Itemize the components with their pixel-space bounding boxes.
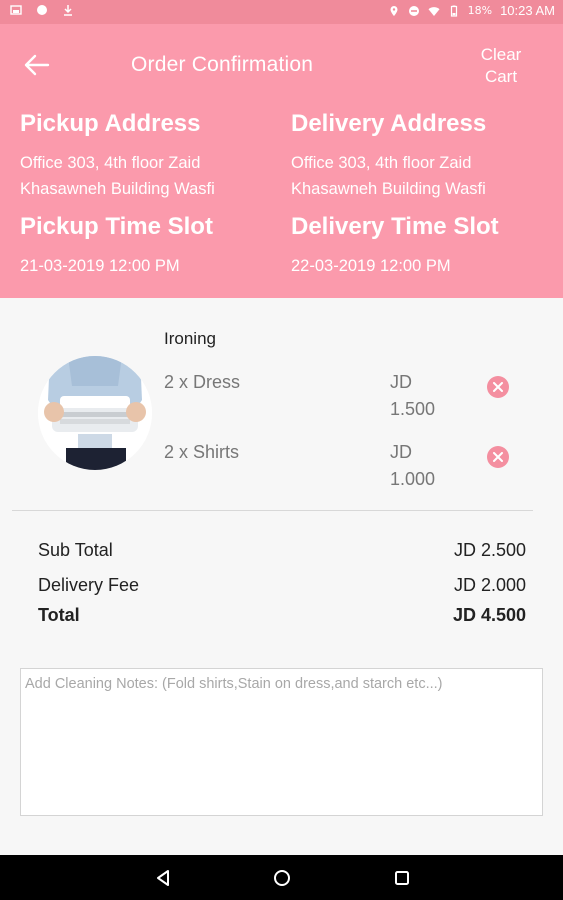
nav-recents-button[interactable] <box>391 867 413 889</box>
order-item-price: JD 1.000 <box>390 439 435 493</box>
pickup-address-line2: Khasawneh Building Wasfi <box>20 180 215 198</box>
close-icon <box>493 452 503 462</box>
pickup-slot-value: 21-03-2019 12:00 PM <box>20 257 180 275</box>
clear-cart-button[interactable]: Clear Cart <box>471 44 531 88</box>
clear-cart-label-line2: Cart <box>484 67 518 86</box>
subtotal-label: Sub Total <box>38 540 113 560</box>
square-recents-icon <box>395 871 409 885</box>
pickup-slot-label: Pickup Time Slot <box>20 213 213 240</box>
order-item-currency: JD <box>390 372 412 392</box>
page-title: Order Confirmation <box>131 53 314 76</box>
delivery-address-label: Delivery Address <box>291 110 487 137</box>
pickup-address-value: Office 303, 4th floor Zaid Khasawneh Bui… <box>20 150 270 202</box>
status-notifications <box>10 4 74 16</box>
subtotal-row: Sub Total JD 2.500 <box>38 540 526 561</box>
triangle-back-icon <box>157 870 169 886</box>
clock: 10:23 AM <box>500 3 555 18</box>
section-divider <box>12 510 533 511</box>
status-system: 18% 10:23 AM <box>388 3 555 18</box>
nav-back-button[interactable] <box>152 867 174 889</box>
battery-percent: 18% <box>467 4 493 17</box>
total-value: JD 4.500 <box>452 605 526 625</box>
pickup-address-label: Pickup Address <box>20 110 201 137</box>
delivery-address-line2: Khasawneh Building Wasfi <box>291 180 486 198</box>
order-item-currency: JD <box>390 442 412 462</box>
order-item-price: JD 1.500 <box>390 369 435 423</box>
app-notification-icon <box>37 5 47 15</box>
delivery-slot-label: Delivery Time Slot <box>291 213 499 240</box>
gallery-icon <box>10 5 22 15</box>
delivery-address-line1: Office 303, 4th floor Zaid <box>291 154 472 172</box>
delivery-fee-row: Delivery Fee JD 2.000 <box>38 575 526 596</box>
do-not-disturb-icon <box>408 5 419 16</box>
battery-icon <box>450 5 457 17</box>
ironing-illustration <box>38 356 152 470</box>
delivery-slot-section: Delivery Time Slot <box>291 213 541 241</box>
delivery-address-section: Delivery Address <box>291 110 541 138</box>
remove-item-button[interactable] <box>487 446 509 468</box>
subtotal-value: JD 2.500 <box>453 540 526 560</box>
location-icon <box>390 5 398 16</box>
total-label: Total <box>38 605 80 625</box>
status-bar: 18% 10:23 AM <box>0 0 563 24</box>
cleaning-notes-input[interactable] <box>20 668 543 816</box>
pickup-slot-value-wrap: 21-03-2019 12:00 PM <box>20 257 270 276</box>
delivery-fee-label: Delivery Fee <box>38 575 140 595</box>
circle-home-icon <box>274 870 290 886</box>
order-item-name: 2 x Shirts <box>164 442 240 462</box>
remove-item-button[interactable] <box>487 376 509 398</box>
order-item-amount: 1.000 <box>390 469 436 489</box>
back-button[interactable] <box>22 52 52 78</box>
wifi-icon <box>428 6 440 16</box>
delivery-address-value: Office 303, 4th floor Zaid Khasawneh Bui… <box>291 150 541 202</box>
order-header: Order Confirmation Clear Cart Pickup Add… <box>0 24 563 298</box>
pickup-address-section: Pickup Address <box>20 110 270 138</box>
delivery-fee-value: JD 2.000 <box>453 575 526 595</box>
order-item-name: 2 x Dress <box>164 372 241 392</box>
back-arrow-icon <box>24 54 50 76</box>
service-image <box>38 356 152 470</box>
delivery-slot-value-wrap: 22-03-2019 12:00 PM <box>291 257 541 276</box>
clear-cart-label-line1: Clear <box>480 45 522 64</box>
total-row: Total JD 4.500 <box>38 605 526 626</box>
system-nav-bar <box>0 855 563 900</box>
order-item-amount: 1.500 <box>390 399 436 419</box>
nav-home-button[interactable] <box>271 867 293 889</box>
download-icon <box>64 5 72 16</box>
close-icon <box>493 382 503 392</box>
delivery-slot-value: 22-03-2019 12:00 PM <box>291 257 451 275</box>
pickup-slot-section: Pickup Time Slot <box>20 213 270 241</box>
pickup-address-line1: Office 303, 4th floor Zaid <box>20 154 201 172</box>
service-category: Ironing <box>164 329 216 348</box>
